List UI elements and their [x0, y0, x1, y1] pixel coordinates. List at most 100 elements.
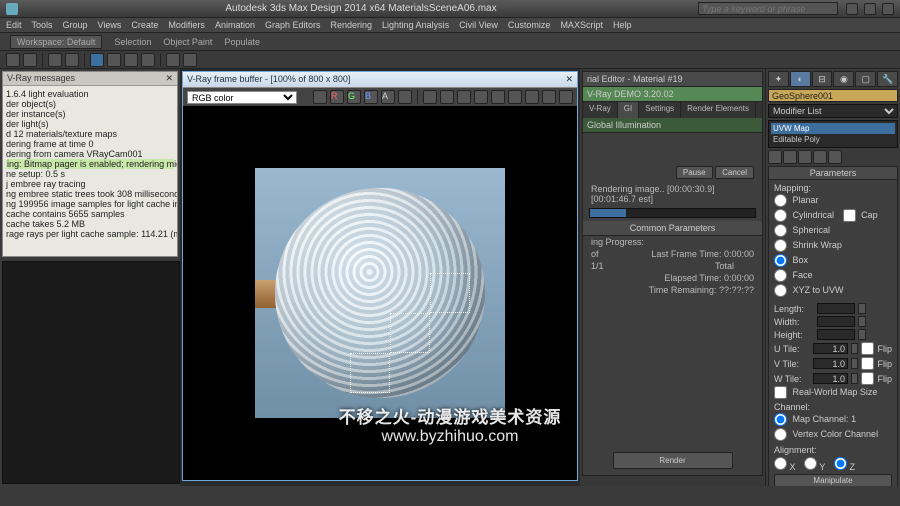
- snap-icon[interactable]: [166, 53, 180, 67]
- pin-stack-icon[interactable]: [768, 150, 782, 164]
- cp-utilities-icon[interactable]: 🔧: [877, 71, 898, 87]
- app-logo-icon: [6, 3, 18, 15]
- show-result-icon[interactable]: [783, 150, 797, 164]
- close-icon[interactable]: ✕: [165, 73, 173, 84]
- select-icon[interactable]: [90, 53, 104, 67]
- cp-motion-icon[interactable]: ◉: [833, 71, 854, 87]
- gi-rollout-header[interactable]: Global Illumination: [583, 118, 762, 133]
- map-box[interactable]: Box: [774, 253, 892, 268]
- undo-icon[interactable]: [6, 53, 20, 67]
- vertex-color-radio[interactable]: Vertex Color Channel: [774, 427, 892, 442]
- rotate-icon[interactable]: [124, 53, 138, 67]
- vfb-channel-select[interactable]: RGB color: [187, 91, 297, 104]
- cp-modify-icon[interactable]: ◐: [790, 71, 811, 87]
- vfb-b-icon[interactable]: B: [364, 90, 378, 104]
- menu-lighting[interactable]: Lighting Analysis: [382, 20, 449, 30]
- menu-maxscript[interactable]: MAXScript: [560, 20, 603, 30]
- scale-icon[interactable]: [141, 53, 155, 67]
- manipulate-button[interactable]: Manipulate: [774, 474, 892, 486]
- map-planar[interactable]: Planar: [774, 193, 892, 208]
- unique-icon[interactable]: [798, 150, 812, 164]
- unlink-icon[interactable]: [65, 53, 79, 67]
- modifier-item[interactable]: UVW Map: [771, 123, 895, 134]
- tab-gi[interactable]: GI: [618, 102, 639, 118]
- config-icon[interactable]: [828, 150, 842, 164]
- menu-edit[interactable]: Edit: [6, 20, 22, 30]
- vfb-close-icon[interactable]: ✕: [565, 74, 573, 85]
- help-icon[interactable]: [882, 3, 894, 15]
- move-icon[interactable]: [107, 53, 121, 67]
- vfb-g-icon[interactable]: G: [347, 90, 361, 104]
- infocenter-input[interactable]: [698, 2, 838, 15]
- remove-mod-icon[interactable]: [813, 150, 827, 164]
- vfb-clear-icon[interactable]: [423, 90, 437, 104]
- vfb-srgb-icon[interactable]: [559, 90, 573, 104]
- menu-group[interactable]: Group: [63, 20, 88, 30]
- align-y[interactable]: Y: [804, 462, 825, 472]
- ribbon-objectpaint[interactable]: Object Paint: [163, 37, 212, 47]
- modifier-stack[interactable]: UVW Map Editable Poly: [768, 120, 898, 148]
- common-params-header[interactable]: Common Parameters: [583, 221, 762, 236]
- modifier-item[interactable]: Editable Poly: [771, 134, 895, 145]
- vfb-a-icon[interactable]: A: [381, 90, 395, 104]
- realworld-check[interactable]: Real-World Map Size: [774, 386, 877, 398]
- tab-renderelements[interactable]: Render Elements: [681, 102, 756, 118]
- vfb-info-icon[interactable]: [508, 90, 522, 104]
- map-channel-radio[interactable]: Map Channel: 1: [774, 412, 892, 427]
- utile-spinner[interactable]: 1.0: [813, 343, 848, 354]
- map-cylindrical[interactable]: Cylindrical Cap: [774, 208, 892, 223]
- menu-views[interactable]: Views: [98, 20, 122, 30]
- cancel-button[interactable]: Cancel: [715, 166, 754, 179]
- signin-icon[interactable]: [864, 3, 876, 15]
- cp-hierarchy-icon[interactable]: ⊟: [812, 71, 833, 87]
- vfb-history-icon[interactable]: [440, 90, 454, 104]
- ribbon-populate[interactable]: Populate: [224, 37, 260, 47]
- cp-display-icon[interactable]: ▢: [855, 71, 876, 87]
- vfb-curves-icon[interactable]: [542, 90, 556, 104]
- menu-civilview[interactable]: Civil View: [459, 20, 498, 30]
- height-spinner[interactable]: [817, 329, 855, 340]
- pause-button[interactable]: Pause: [676, 166, 713, 179]
- redo-icon[interactable]: [23, 53, 37, 67]
- vtile-spinner[interactable]: 1.0: [813, 358, 848, 369]
- modifier-list-dropdown[interactable]: Modifier List: [768, 104, 898, 118]
- menu-animation[interactable]: Animation: [215, 20, 255, 30]
- ribbon-selection[interactable]: Selection: [114, 37, 151, 47]
- workspace-selector[interactable]: Workspace: Default: [10, 35, 102, 49]
- vfb-mono-icon[interactable]: [398, 90, 412, 104]
- parameters-header[interactable]: Parameters: [769, 167, 897, 180]
- map-spherical[interactable]: Spherical: [774, 223, 892, 238]
- wtile-spinner[interactable]: 1.0: [813, 373, 848, 384]
- map-face[interactable]: Face: [774, 268, 892, 283]
- render-button[interactable]: Render: [613, 452, 733, 469]
- menu-tools[interactable]: Tools: [32, 20, 53, 30]
- vfb-r-icon[interactable]: R: [330, 90, 344, 104]
- length-spinner[interactable]: [817, 303, 855, 314]
- cp-create-icon[interactable]: ✦: [768, 71, 789, 87]
- tab-settings[interactable]: Settings: [639, 102, 681, 118]
- vfb-track-icon[interactable]: [474, 90, 488, 104]
- render-preview: [255, 168, 505, 418]
- menu-modifiers[interactable]: Modifiers: [168, 20, 205, 30]
- tab-vray[interactable]: V-Ray: [583, 102, 618, 118]
- map-xyz[interactable]: XYZ to UVW: [774, 283, 892, 298]
- vfb-save-icon[interactable]: [313, 90, 327, 104]
- vfb-cc-icon[interactable]: [525, 90, 539, 104]
- vfb-clamp-icon[interactable]: [491, 90, 505, 104]
- menu-help[interactable]: Help: [613, 20, 632, 30]
- map-shrinkwrap[interactable]: Shrink Wrap: [774, 238, 892, 253]
- viewport-left[interactable]: [2, 261, 180, 484]
- width-spinner[interactable]: [817, 316, 855, 327]
- menu-customize[interactable]: Customize: [508, 20, 551, 30]
- align-z[interactable]: Z: [834, 462, 855, 472]
- menu-grapheditors[interactable]: Graph Editors: [265, 20, 321, 30]
- search-icon[interactable]: [846, 3, 858, 15]
- vfb-viewport[interactable]: [183, 106, 577, 480]
- menu-rendering[interactable]: Rendering: [331, 20, 373, 30]
- object-name-field[interactable]: GeoSphere001: [768, 89, 898, 102]
- link-icon[interactable]: [48, 53, 62, 67]
- align-x[interactable]: X: [774, 462, 796, 472]
- angle-snap-icon[interactable]: [183, 53, 197, 67]
- vfb-region-icon[interactable]: [457, 90, 471, 104]
- menu-create[interactable]: Create: [131, 20, 158, 30]
